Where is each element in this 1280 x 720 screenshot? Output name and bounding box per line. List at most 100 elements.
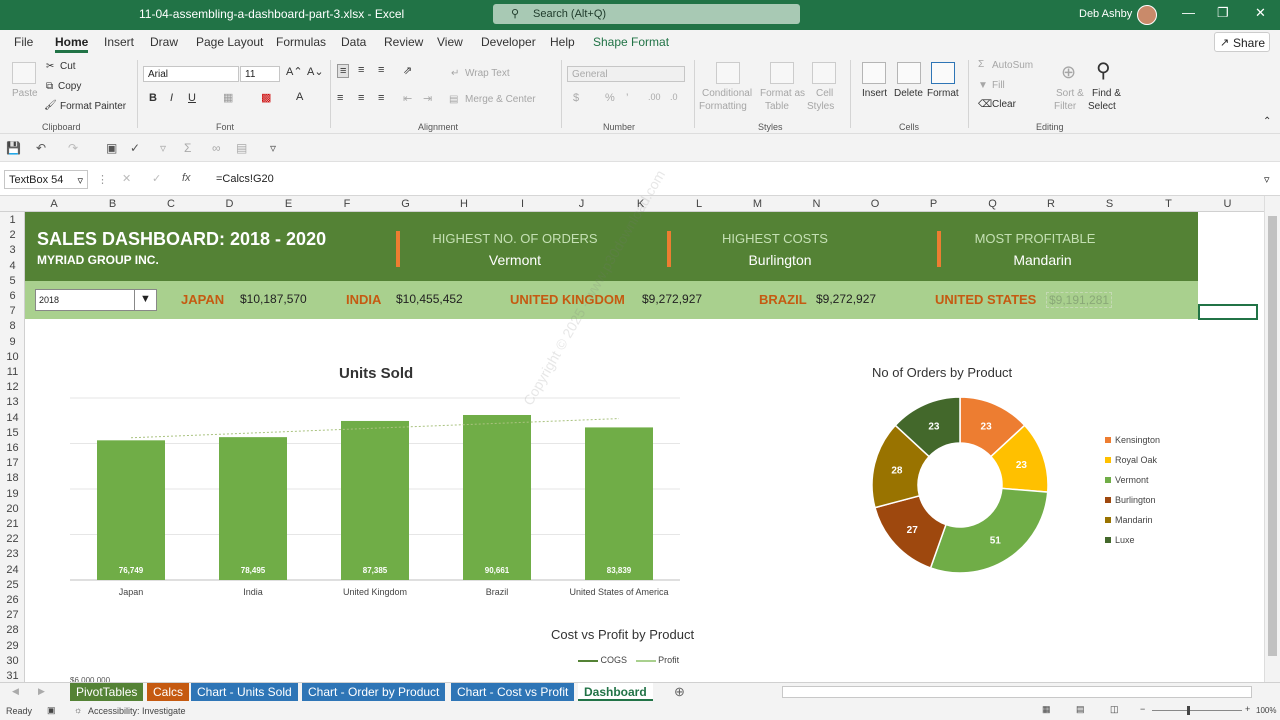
row-header[interactable]: 2	[0, 229, 25, 241]
row-header[interactable]: 28	[0, 624, 25, 636]
row-header[interactable]: 10	[0, 351, 25, 363]
format-as-table-icon[interactable]	[770, 62, 794, 84]
link-icon[interactable]: ∞	[212, 141, 221, 155]
page-layout-view-icon[interactable]: ▤	[1076, 704, 1085, 715]
increase-decimal-icon[interactable]: .00	[648, 92, 661, 102]
wrap-text-button[interactable]: Wrap Text	[465, 68, 510, 79]
filter-icon[interactable]: ▿	[160, 141, 166, 155]
row-header[interactable]: 12	[0, 381, 25, 393]
table-icon[interactable]: ▤	[236, 141, 247, 155]
paste-button[interactable]: Paste	[12, 88, 38, 99]
minimize-icon[interactable]: —	[1182, 5, 1195, 20]
column-header[interactable]: P	[904, 198, 963, 210]
bar[interactable]	[341, 420, 409, 580]
country-value[interactable]: $9,272,927	[642, 292, 702, 306]
collapse-ribbon-icon[interactable]: ⌃	[1263, 116, 1271, 127]
insert-function-icon[interactable]: fx	[182, 172, 191, 184]
accessibility-icon[interactable]: ☼	[74, 705, 82, 715]
pie-slice[interactable]	[929, 487, 1049, 574]
zoom-in-icon[interactable]: +	[1245, 704, 1250, 714]
align-center-icon[interactable]: ≡	[358, 92, 364, 104]
row-header[interactable]: 30	[0, 655, 25, 667]
row-header[interactable]: 20	[0, 503, 25, 515]
orientation-icon[interactable]: ⇗	[403, 64, 412, 77]
close-icon[interactable]: ✕	[1255, 5, 1266, 21]
kpi-label[interactable]: HIGHEST COSTS	[670, 231, 880, 246]
row-header[interactable]: 13	[0, 396, 25, 408]
grow-font-icon[interactable]: A⌃	[286, 65, 303, 78]
page-break-view-icon[interactable]: ◫	[1110, 704, 1119, 715]
column-header[interactable]: E	[259, 198, 318, 210]
sum-icon[interactable]: Σ	[184, 141, 191, 155]
tab-help[interactable]: Help	[550, 35, 575, 49]
scroll-thumb[interactable]	[1268, 216, 1277, 656]
normal-view-icon[interactable]: ▦	[1042, 704, 1051, 715]
active-cell[interactable]	[1198, 304, 1258, 320]
format-cells-icon[interactable]	[931, 62, 955, 84]
cut-button[interactable]: Cut	[60, 61, 76, 72]
sheet-tab[interactable]: Dashboard	[578, 683, 653, 701]
restore-icon[interactable]: ❐	[1217, 5, 1229, 21]
tab-file[interactable]: File	[14, 35, 33, 49]
fill-color-icon[interactable]: ▩	[261, 91, 271, 104]
shrink-font-icon[interactable]: A⌄	[307, 65, 324, 78]
column-header[interactable]: B	[83, 198, 142, 210]
tab-insert[interactable]: Insert	[104, 35, 134, 49]
camera-icon[interactable]: ▣	[106, 141, 117, 155]
column-header[interactable]: L	[670, 198, 728, 210]
country-name[interactable]: UNITED STATES	[935, 292, 1036, 307]
row-header[interactable]: 19	[0, 488, 25, 500]
kpi-label[interactable]: HIGHEST NO. OF ORDERS	[405, 231, 625, 246]
country-value[interactable]: $9,272,927	[816, 292, 876, 306]
row-header[interactable]: 5	[0, 275, 25, 287]
format-cells-button[interactable]: Format	[927, 88, 959, 99]
column-header[interactable]: I	[493, 198, 552, 210]
find-select-icon[interactable]: ⚲	[1096, 58, 1111, 83]
insert-cells-icon[interactable]	[862, 62, 886, 84]
increase-indent-icon[interactable]: ⇥	[423, 92, 432, 105]
font-size-select[interactable]: 11	[240, 66, 280, 82]
formula-input[interactable]: =Calcs!G20	[216, 173, 274, 185]
format-painter-button[interactable]: Format Painter	[60, 101, 126, 112]
cost-vs-profit-title[interactable]: Cost vs Profit by Product	[551, 627, 694, 642]
country-name[interactable]: BRAZIL	[759, 292, 807, 307]
decrease-decimal-icon[interactable]: .0	[670, 92, 678, 102]
underline-icon[interactable]: U	[188, 92, 196, 104]
row-header[interactable]: 3	[0, 244, 25, 256]
cell-styles-button[interactable]: Cell	[816, 88, 833, 99]
tab-review[interactable]: Review	[384, 35, 423, 49]
font-name-select[interactable]: Arial	[143, 66, 239, 82]
column-header[interactable]: N	[787, 198, 846, 210]
bar[interactable]	[585, 427, 653, 580]
zoom-level[interactable]: 100%	[1256, 706, 1276, 715]
row-header[interactable]: 26	[0, 594, 25, 606]
sort-filter-button[interactable]: Sort &	[1056, 88, 1084, 99]
row-header[interactable]: 29	[0, 640, 25, 652]
decrease-indent-icon[interactable]: ⇤	[403, 92, 412, 105]
row-header[interactable]: 8	[0, 320, 25, 332]
align-right-icon[interactable]: ≡	[378, 92, 384, 104]
sheet-tab[interactable]: Chart - Order by Product	[302, 683, 446, 701]
italic-icon[interactable]: I	[170, 92, 173, 104]
kpi-value[interactable]: Mandarin	[940, 252, 1145, 268]
row-header[interactable]: 23	[0, 548, 25, 560]
column-header[interactable]: J	[552, 198, 611, 210]
row-header[interactable]: 1	[0, 214, 25, 226]
row-header[interactable]: 17	[0, 457, 25, 469]
dashboard-subtitle[interactable]: MYRIAD GROUP INC.	[37, 253, 159, 267]
fill-button[interactable]: Fill	[992, 80, 1005, 91]
row-header[interactable]: 16	[0, 442, 25, 454]
row-header[interactable]: 22	[0, 533, 25, 545]
bar[interactable]	[219, 437, 287, 580]
units-sold-title[interactable]: Units Sold	[339, 365, 413, 382]
undo-icon[interactable]: ↶	[36, 141, 46, 155]
conditional-formatting-button[interactable]: Conditional	[702, 88, 752, 99]
align-top-icon[interactable]: ≡	[337, 64, 350, 78]
percent-icon[interactable]: %	[605, 92, 615, 104]
sheet-tab[interactable]: PivotTables	[70, 683, 144, 701]
insert-cells-button[interactable]: Insert	[862, 88, 887, 99]
user-name[interactable]: Deb Ashby	[1079, 8, 1132, 20]
enter-icon[interactable]: ✓	[152, 172, 161, 185]
country-name[interactable]: JAPAN	[181, 292, 224, 307]
column-header[interactable]: U	[1198, 198, 1257, 210]
